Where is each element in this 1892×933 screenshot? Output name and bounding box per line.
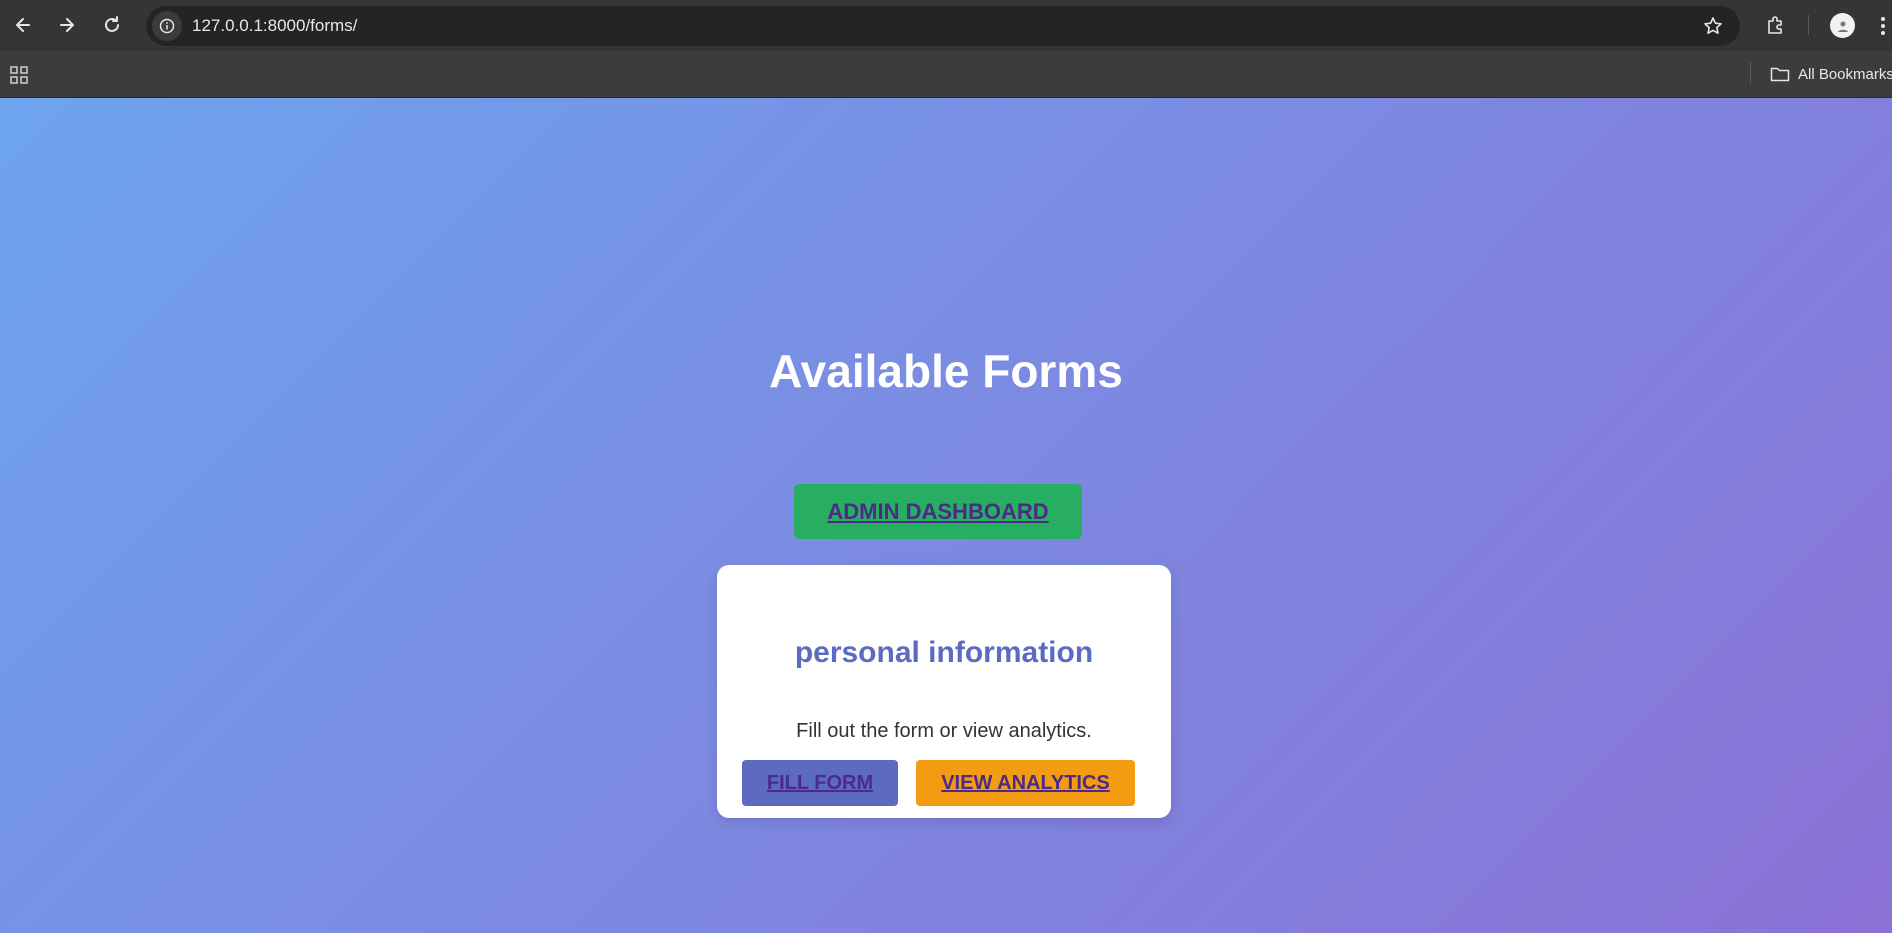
bookmarks-bar: All Bookmarks [0,51,1892,98]
browser-toolbar: 127.0.0.1:8000/forms/ [0,0,1892,51]
form-card: personal information Fill out the form o… [717,565,1171,818]
reload-button[interactable] [97,10,127,40]
fill-form-button[interactable]: FILL FORM [742,760,898,806]
bookmark-star-button[interactable] [1702,15,1724,37]
more-vertical-icon [1881,17,1885,35]
puzzle-icon [1768,16,1782,34]
forward-button[interactable] [52,10,82,40]
address-bar[interactable]: 127.0.0.1:8000/forms/ [146,6,1740,46]
browser-menu-button[interactable] [1878,13,1888,39]
bookmarks-divider [1750,62,1751,84]
forward-arrow-icon [60,18,74,32]
url-text[interactable]: 127.0.0.1:8000/forms/ [192,6,357,46]
page-content: Available Forms ADMIN DASHBOARD personal… [0,98,1892,933]
view-analytics-button[interactable]: VIEW ANALYTICS [916,760,1135,806]
folder-icon [1770,67,1790,82]
all-bookmarks-label: All Bookmarks [1798,65,1892,83]
star-icon [1704,17,1722,34]
form-card-title: personal information [794,636,1094,669]
admin-dashboard-button[interactable]: ADMIN DASHBOARD [794,484,1082,539]
apps-button[interactable] [8,64,30,86]
form-card-description: Fill out the form or view analytics. [796,720,1092,742]
grid-icon [10,66,28,84]
back-arrow-icon [16,18,30,32]
reload-icon [105,16,119,32]
toolbar-divider [1808,15,1809,35]
info-icon [159,18,175,34]
profile-icon [1837,21,1848,32]
profile-avatar[interactable] [1830,13,1855,38]
page-title: Available Forms [769,345,1123,397]
site-info-button[interactable] [152,11,182,41]
back-button[interactable] [8,10,38,40]
extensions-button[interactable] [1762,11,1790,39]
all-bookmarks-button[interactable]: All Bookmarks [1770,51,1892,97]
